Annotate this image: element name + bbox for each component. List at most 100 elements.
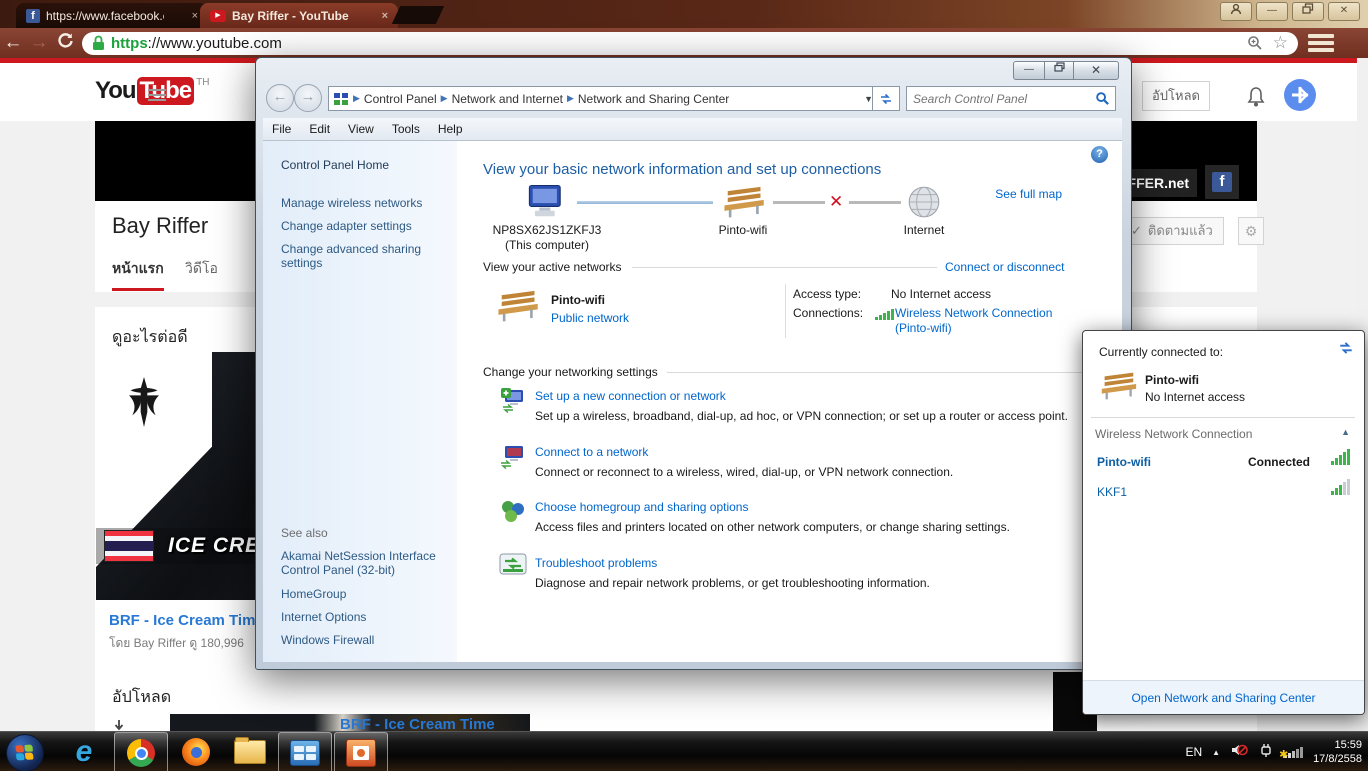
power-plug-icon[interactable] bbox=[1258, 742, 1274, 763]
guide-menu-icon[interactable] bbox=[148, 89, 166, 104]
breadcrumb-sharing-center[interactable]: Network and Sharing Center bbox=[578, 92, 729, 106]
banner-facebook-icon[interactable]: f bbox=[1205, 165, 1239, 199]
sidebar-item-internet-options[interactable]: Internet Options bbox=[281, 610, 439, 624]
sidebar-item-manage-wireless[interactable]: Manage wireless networks bbox=[281, 196, 439, 210]
sidebar-item-homegroup[interactable]: HomeGroup bbox=[281, 587, 439, 601]
control-panel-search[interactable] bbox=[906, 86, 1116, 111]
map-link-line bbox=[849, 201, 901, 204]
address-https: https bbox=[111, 34, 148, 52]
minimize-button[interactable]: — bbox=[1013, 61, 1045, 80]
see-full-map-link[interactable]: See full map bbox=[995, 187, 1062, 201]
control-panel-window: — ✕ ← → ▶ Control Panel ▶ Network and In… bbox=[255, 57, 1132, 670]
help-icon[interactable]: ? bbox=[1091, 146, 1108, 163]
forward-button[interactable]: → bbox=[294, 84, 322, 112]
upload-button[interactable]: อัปโหลด bbox=[1142, 81, 1210, 111]
sidebar-item-advanced-sharing[interactable]: Change advanced sharing settings bbox=[281, 242, 439, 270]
task-setup-connection-link[interactable]: Set up a new connection or network bbox=[535, 389, 726, 403]
new-connection-icon bbox=[501, 388, 523, 413]
zoom-icon[interactable] bbox=[1247, 35, 1263, 51]
new-tab-button[interactable] bbox=[391, 6, 445, 24]
reload-icon[interactable] bbox=[52, 32, 78, 55]
menu-tools[interactable]: Tools bbox=[383, 122, 429, 136]
search-input[interactable] bbox=[907, 91, 1095, 106]
task-troubleshoot-link[interactable]: Troubleshoot problems bbox=[535, 556, 657, 570]
tab-youtube-title: Bay Riffer - YouTube bbox=[232, 8, 349, 23]
taskbar-item-firefox[interactable] bbox=[170, 732, 222, 771]
open-sharing-center-link[interactable]: Open Network and Sharing Center bbox=[1131, 691, 1315, 705]
clock[interactable]: 15:59 17/8/2558 bbox=[1313, 738, 1362, 766]
tab-facebook[interactable]: f https://www.facebook.con × bbox=[16, 3, 208, 28]
uploads-heading: อัปโหลด bbox=[112, 689, 172, 706]
public-network-link[interactable]: Public network bbox=[551, 311, 629, 325]
active-network-name: Pinto-wifi bbox=[551, 293, 605, 307]
taskbar-item-control-panel[interactable] bbox=[278, 732, 332, 771]
tab-youtube[interactable]: ▶ Bay Riffer - YouTube × bbox=[200, 3, 398, 28]
wireless-connection-link2[interactable]: (Pinto-wifi) bbox=[895, 321, 952, 335]
avatar[interactable] bbox=[1284, 79, 1316, 111]
forward-icon[interactable]: → bbox=[26, 32, 52, 54]
close-button[interactable]: ✕ bbox=[1328, 2, 1360, 21]
bookmark-star-icon[interactable]: ☆ bbox=[1273, 33, 1288, 53]
subscribed-button[interactable]: ✓ ติดตามแล้ว bbox=[1120, 217, 1224, 245]
map-network-name: Pinto-wifi bbox=[718, 223, 768, 237]
youtube-logo-you: You bbox=[95, 77, 137, 104]
homegroup-icon bbox=[502, 501, 524, 522]
video-title-link[interactable]: BRF - Ice Cream Time bbox=[109, 612, 264, 629]
channel-settings-button[interactable]: ⚙ bbox=[1238, 217, 1264, 245]
sidebar-item-windows-firewall[interactable]: Windows Firewall bbox=[281, 633, 439, 647]
restore-button[interactable] bbox=[1292, 2, 1324, 21]
divider bbox=[632, 267, 937, 268]
close-button[interactable]: ✕ bbox=[1074, 61, 1119, 80]
windows-flag-icon bbox=[15, 744, 34, 761]
network-bench-icon[interactable] bbox=[719, 183, 767, 219]
taskbar-item-explorer[interactable] bbox=[224, 732, 276, 771]
breadcrumb-control-panel[interactable]: Control Panel bbox=[364, 92, 437, 106]
sharing-center-main: ? View your basic network information an… bbox=[457, 141, 1122, 662]
sidebar-item-akamai[interactable]: Akamai NetSession Interface Control Pane… bbox=[281, 549, 439, 577]
taskbar-item-ie[interactable]: e bbox=[58, 732, 110, 771]
refresh-button[interactable] bbox=[872, 86, 900, 111]
search-icon[interactable] bbox=[1095, 91, 1110, 106]
menu-edit[interactable]: Edit bbox=[300, 122, 339, 136]
menu-file[interactable]: File bbox=[263, 122, 300, 136]
back-button[interactable]: ← bbox=[266, 84, 294, 112]
notifications-bell-icon[interactable] bbox=[1245, 85, 1267, 114]
address-bar[interactable]: https://www.youtube.com ☆ bbox=[82, 31, 1298, 55]
sidebar-item-adapter-settings[interactable]: Change adapter settings bbox=[281, 219, 439, 233]
task-homegroup-link[interactable]: Choose homegroup and sharing options bbox=[535, 500, 748, 514]
browser-menu-icon[interactable] bbox=[1308, 34, 1342, 52]
sidebar-item-home[interactable]: Control Panel Home bbox=[281, 158, 439, 172]
task-connect-network-link[interactable]: Connect to a network bbox=[535, 445, 648, 459]
wifi-item-pinto[interactable]: Pinto-wifi bbox=[1097, 455, 1151, 469]
hidden-icons-arrow[interactable]: ▲ bbox=[1212, 748, 1220, 757]
internet-globe-icon[interactable] bbox=[905, 183, 943, 221]
back-icon[interactable]: ← bbox=[0, 32, 26, 54]
computer-icon[interactable] bbox=[525, 183, 569, 221]
minimize-button[interactable]: — bbox=[1256, 2, 1288, 21]
network-status-icon[interactable]: ✱ bbox=[1279, 746, 1304, 761]
breadcrumb-separator: ▶ bbox=[566, 93, 574, 103]
taskbar-item-powerpoint[interactable] bbox=[334, 732, 388, 771]
taskbar-item-chrome[interactable] bbox=[114, 732, 168, 771]
profile-button[interactable] bbox=[1220, 2, 1252, 21]
menu-view[interactable]: View bbox=[339, 122, 383, 136]
tab-home[interactable]: หน้าแรก bbox=[112, 258, 164, 291]
connections-label: Connections: bbox=[793, 306, 864, 320]
volume-muted-icon[interactable] bbox=[1230, 742, 1248, 763]
menu-help[interactable]: Help bbox=[429, 122, 472, 136]
maximize-button[interactable] bbox=[1045, 61, 1074, 80]
wifi-item-kkf1[interactable]: KKF1 bbox=[1097, 485, 1127, 499]
tab-close-icon[interactable]: × bbox=[382, 10, 388, 22]
breadcrumb-network-internet[interactable]: Network and Internet bbox=[452, 92, 563, 106]
active-networks-label: View your active networks bbox=[483, 260, 622, 274]
language-indicator[interactable]: EN bbox=[1185, 745, 1202, 759]
refresh-icon[interactable] bbox=[1338, 341, 1354, 355]
wireless-section-header[interactable]: Wireless Network Connection bbox=[1095, 427, 1252, 441]
connect-disconnect-link[interactable]: Connect or disconnect bbox=[945, 260, 1064, 274]
wireless-connection-link[interactable]: Wireless Network Connection bbox=[895, 306, 1052, 320]
address-breadcrumb-bar[interactable]: ▶ Control Panel ▶ Network and Internet ▶… bbox=[328, 86, 878, 111]
chevron-up-icon[interactable]: ▲ bbox=[1341, 427, 1350, 437]
start-button[interactable] bbox=[6, 734, 44, 771]
tab-videos[interactable]: วิดีโอ bbox=[185, 258, 218, 280]
tab-close-icon[interactable]: × bbox=[192, 10, 198, 22]
